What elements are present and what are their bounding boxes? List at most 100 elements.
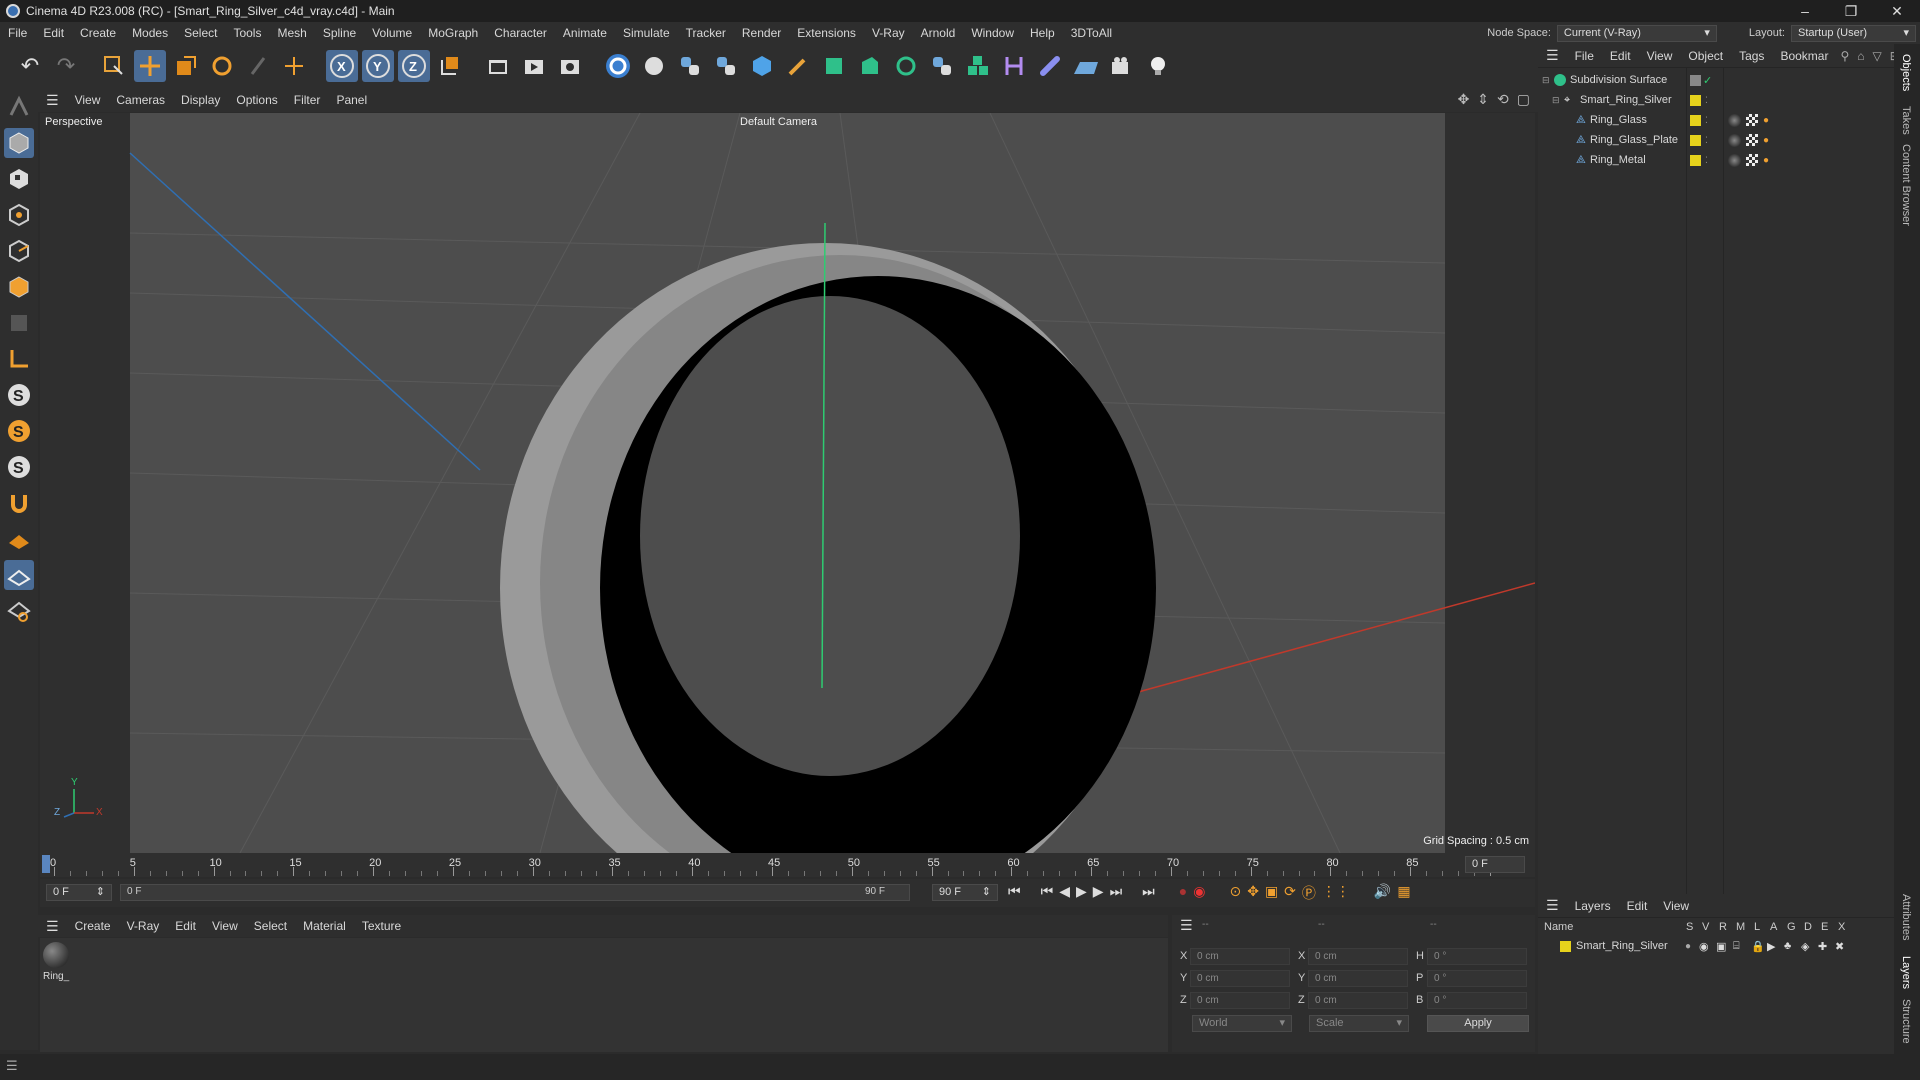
- menu-mesh[interactable]: Mesh: [269, 22, 314, 44]
- workplane-button[interactable]: [4, 524, 34, 554]
- hamburger-icon[interactable]: ☰: [1538, 47, 1567, 64]
- objects-menu-file[interactable]: File: [1567, 49, 1602, 63]
- light-button[interactable]: [1142, 50, 1174, 82]
- layer-color-swatch[interactable]: [1690, 134, 1701, 146]
- make-editable-button[interactable]: [4, 92, 34, 122]
- menu-character[interactable]: Character: [486, 22, 555, 44]
- parameter-key-icon[interactable]: Ⓟ: [1302, 883, 1316, 903]
- python-button-2[interactable]: [710, 50, 742, 82]
- vray-tag-icon[interactable]: ●: [1763, 155, 1769, 166]
- object-row-smart-ring-silver[interactable]: ⊟ ⌖ Smart_Ring_Silver ⁚: [1538, 90, 1894, 110]
- close-button[interactable]: ✕: [1874, 0, 1920, 22]
- menu-window[interactable]: Window: [963, 22, 1022, 44]
- objects-menu-object[interactable]: Object: [1680, 49, 1731, 63]
- hamburger-icon[interactable]: ☰: [38, 92, 67, 109]
- visibility-dots-icon[interactable]: ⁚: [1705, 95, 1708, 106]
- menu-render[interactable]: Render: [734, 22, 789, 44]
- cube-object-button[interactable]: [746, 50, 778, 82]
- objects-menu-edit[interactable]: Edit: [1602, 49, 1639, 63]
- texture-tag-icon[interactable]: [1746, 114, 1758, 126]
- sound-icon[interactable]: 🔊: [1374, 883, 1391, 903]
- timeline-playhead[interactable]: [42, 855, 50, 873]
- y-axis-lock-button[interactable]: Y: [362, 50, 394, 82]
- camera-name-label[interactable]: Default Camera: [740, 116, 817, 128]
- rotation-key-icon[interactable]: ⟳: [1284, 883, 1296, 903]
- object-row-subdivision-surface[interactable]: ⊟ Subdivision Surface ✓: [1538, 70, 1894, 90]
- material-menu-texture[interactable]: Texture: [354, 919, 409, 933]
- hamburger-icon[interactable]: ☰: [1538, 897, 1567, 914]
- material-menu-vray[interactable]: V-Ray: [119, 919, 168, 933]
- pos-y-field[interactable]: 0 cm: [1190, 970, 1290, 987]
- solo-icon[interactable]: ●: [1685, 941, 1691, 952]
- layer-color-swatch[interactable]: [1690, 94, 1701, 106]
- menu-tracker[interactable]: Tracker: [678, 22, 734, 44]
- cloner-button[interactable]: [890, 50, 922, 82]
- material-menu-select[interactable]: Select: [246, 919, 295, 933]
- rotate-tool-button[interactable]: [206, 50, 238, 82]
- recent-tool-button[interactable]: [242, 50, 274, 82]
- menu-vray[interactable]: V-Ray: [864, 22, 913, 44]
- vray-tag-icon[interactable]: ●: [1763, 115, 1769, 126]
- move-tool-button[interactable]: [134, 50, 166, 82]
- render-settings-button[interactable]: [554, 50, 586, 82]
- scale-tool-button[interactable]: [170, 50, 202, 82]
- floor-button[interactable]: [1070, 50, 1102, 82]
- menu-simulate[interactable]: Simulate: [615, 22, 678, 44]
- texture-mode-button[interactable]: [4, 164, 34, 194]
- generators-icon[interactable]: ♣: [1784, 940, 1791, 952]
- layer-row[interactable]: Smart_Ring_Silver ● ◉ ▣ ⌸ 🔒 ▶ ♣ ◈ ✚ ✖: [1538, 936, 1894, 956]
- current-frame-field[interactable]: 0 F: [1465, 856, 1525, 873]
- pos-x-field[interactable]: 0 cm: [1190, 948, 1290, 965]
- edges-mode-button[interactable]: [4, 236, 34, 266]
- menu-help[interactable]: Help: [1022, 22, 1063, 44]
- viewport-menu-options[interactable]: Options: [228, 93, 285, 107]
- collapse-icon[interactable]: ⊟: [1552, 95, 1560, 106]
- locked-workplane-button[interactable]: [4, 596, 34, 626]
- tab-attributes[interactable]: Attributes: [1900, 894, 1912, 940]
- rot-h-field[interactable]: 0 °: [1427, 948, 1527, 965]
- snap-button-2[interactable]: S: [4, 416, 34, 446]
- edit-toggle-icon[interactable]: [1690, 74, 1701, 86]
- lock-icon[interactable]: 🔒: [1751, 940, 1765, 953]
- tab-objects[interactable]: Objects: [1900, 54, 1912, 91]
- render-region-button[interactable]: [482, 50, 514, 82]
- layout-dropdown[interactable]: Startup (User) ▾: [1791, 24, 1916, 42]
- end-frame-field[interactable]: 90 F ⇕: [932, 884, 998, 901]
- menu-animate[interactable]: Animate: [555, 22, 615, 44]
- xref-icon[interactable]: ✖: [1835, 940, 1844, 953]
- hamburger-icon[interactable]: ☰: [38, 918, 67, 935]
- coordinate-space-dropdown[interactable]: World ▾: [1192, 1015, 1292, 1032]
- node-space-dropdown[interactable]: Current (V-Ray) ▾: [1556, 24, 1717, 42]
- search-icon[interactable]: ⚲: [1836, 49, 1853, 63]
- manager-icon[interactable]: ⌸: [1733, 940, 1740, 953]
- tab-layers[interactable]: Layers: [1900, 956, 1912, 989]
- layer-color-swatch[interactable]: [1560, 940, 1571, 952]
- material-menu-material[interactable]: Material: [295, 919, 354, 933]
- rotate-view-icon[interactable]: ⟲: [1497, 91, 1509, 108]
- python-button-3[interactable]: [926, 50, 958, 82]
- deformers-icon[interactable]: ◈: [1801, 940, 1809, 953]
- dolly-view-icon[interactable]: ⇕: [1477, 91, 1489, 108]
- layers-menu-view[interactable]: View: [1655, 899, 1697, 913]
- deformer-button[interactable]: [998, 50, 1030, 82]
- material-tag-icon[interactable]: [1728, 113, 1741, 127]
- polygons-mode-button[interactable]: [4, 272, 34, 302]
- material-menu-edit[interactable]: Edit: [167, 919, 204, 933]
- visible-eye-icon[interactable]: ◉: [1699, 940, 1709, 953]
- object-row-ring-glass-plate[interactable]: ⟁ Ring_Glass_Plate ⁚ ●: [1538, 130, 1894, 150]
- extrude-button[interactable]: [854, 50, 886, 82]
- x-axis-lock-button[interactable]: X: [326, 50, 358, 82]
- vray-button[interactable]: [602, 50, 634, 82]
- prev-frame-icon[interactable]: ◀: [1059, 883, 1070, 903]
- timeline-ruler[interactable]: 051015202530354045505560657075808590 0 F: [40, 853, 1535, 877]
- tab-structure[interactable]: Structure: [1900, 999, 1912, 1044]
- menu-create[interactable]: Create: [72, 22, 124, 44]
- maximize-view-icon[interactable]: ▢: [1517, 91, 1530, 108]
- z-axis-lock-button[interactable]: Z: [398, 50, 430, 82]
- minimize-button[interactable]: –: [1782, 0, 1828, 22]
- layer-color-swatch[interactable]: [1690, 154, 1701, 166]
- render-icon[interactable]: ▣: [1716, 940, 1726, 953]
- viewport-menu-filter[interactable]: Filter: [286, 93, 329, 107]
- objects-menu-bookmarks[interactable]: Bookmar: [1772, 49, 1836, 63]
- material-menu-view[interactable]: View: [204, 919, 246, 933]
